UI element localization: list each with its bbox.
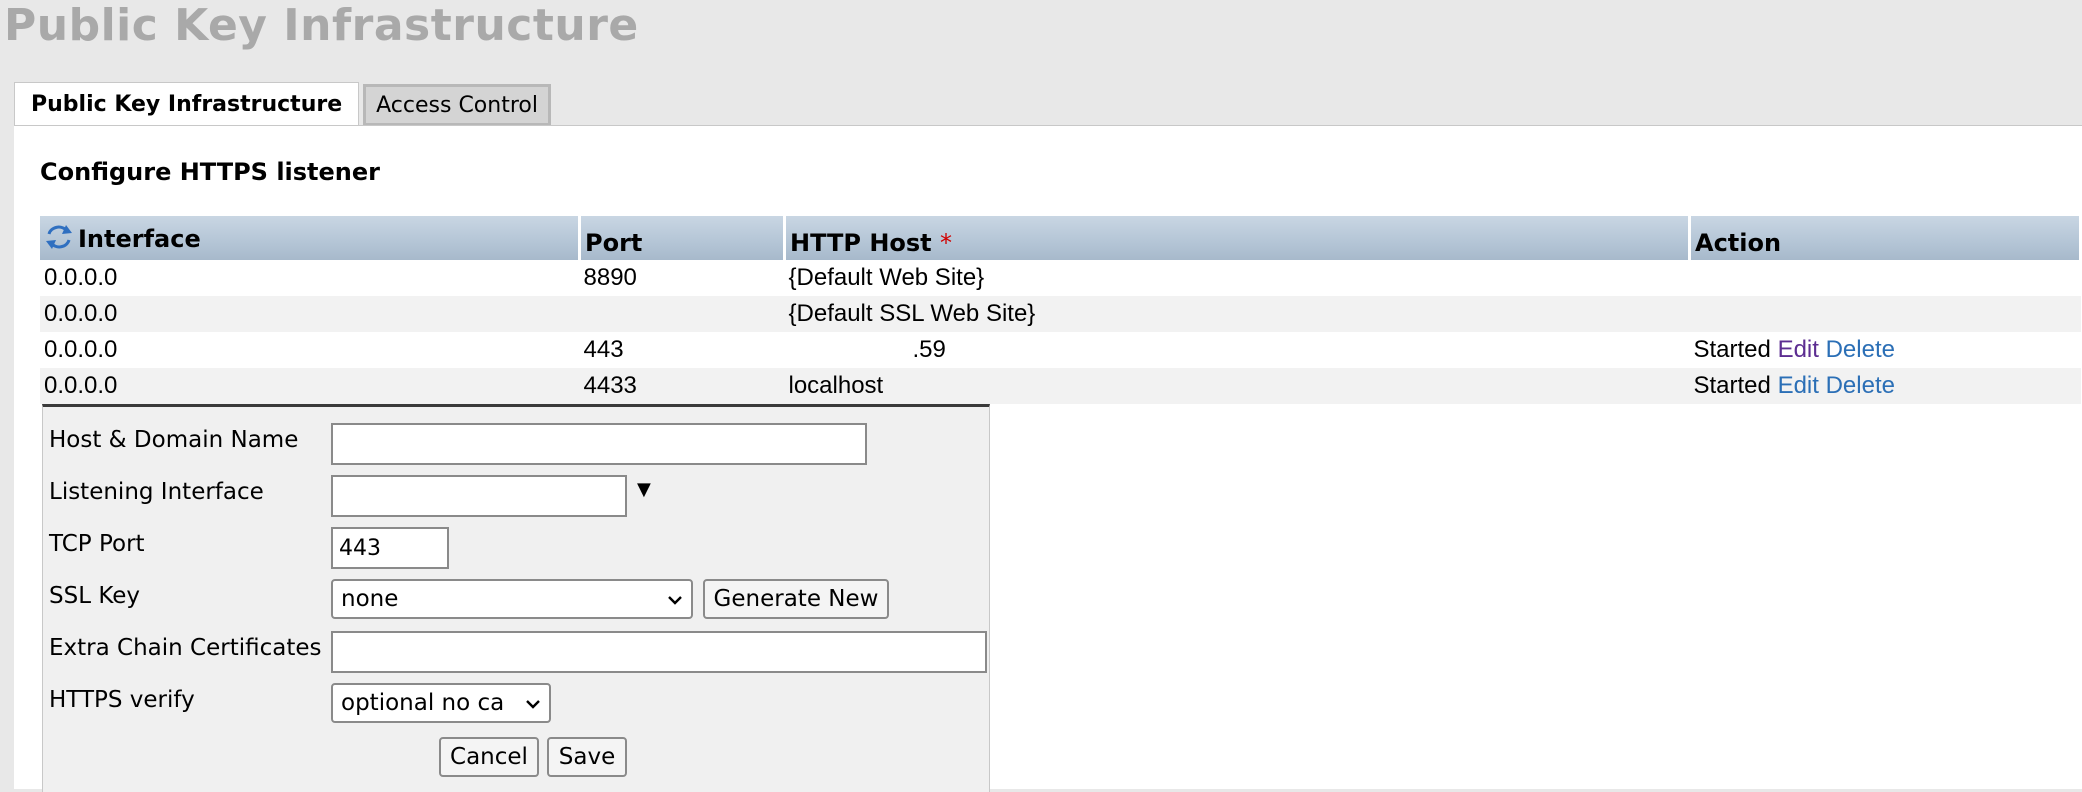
host-domain-input[interactable] [331, 423, 867, 465]
cell-port: 8890 [579, 260, 785, 296]
cell-port: 443 [579, 332, 785, 368]
section-title: Configure HTTPS listener [40, 158, 381, 186]
header-http-host-label: HTTP Host [790, 229, 932, 257]
https-verify-select[interactable]: optional no ca [331, 683, 551, 723]
cell-port [579, 296, 785, 332]
header-interface-label: Interface [78, 225, 201, 253]
cell-action: Started Edit Delete [1689, 332, 2081, 368]
save-button[interactable]: Save [547, 737, 627, 777]
listener-form: Host & Domain Name Listening Interface ▼… [42, 404, 990, 792]
cell-port: 4433 [579, 368, 785, 404]
table-row: 0.0.0.0 443 .59 Started Edit Delete [40, 332, 2081, 368]
cell-host: .59 [784, 332, 1690, 368]
listening-interface-label: Listening Interface [49, 479, 264, 505]
table-header-row: Interface Port HTTP Host * Action [40, 216, 2082, 260]
required-mark: * [940, 229, 953, 257]
chevron-down-icon [525, 694, 541, 713]
status-text: Started [1693, 372, 1771, 399]
delete-link[interactable]: Delete [1826, 336, 1895, 363]
cell-action [1689, 296, 2081, 332]
page-title: Public Key Infrastructure [4, 0, 639, 51]
table-row: 0.0.0.0 4433 localhost Started Edit Dele… [40, 368, 2081, 404]
tab-panel: Configure HTTPS listener Interface Port … [14, 125, 2082, 792]
dropdown-arrow-icon[interactable]: ▼ [637, 479, 651, 500]
cell-action: Started Edit Delete [1689, 368, 2081, 404]
tab-bar: Public Key Infrastructure Access Control [14, 82, 551, 126]
delete-link[interactable]: Delete [1826, 372, 1895, 399]
table-row: 0.0.0.0 8890 {Default Web Site} [40, 260, 2081, 296]
cell-host: {Default Web Site} [784, 260, 1690, 296]
chevron-down-icon [667, 590, 683, 609]
extra-chain-certificates-input[interactable] [331, 631, 987, 673]
cell-host: {Default SSL Web Site} [784, 296, 1690, 332]
cell-interface: 0.0.0.0 [40, 332, 580, 368]
refresh-icon[interactable] [44, 223, 74, 257]
header-port: Port [579, 216, 786, 260]
listening-interface-input[interactable] [331, 475, 627, 517]
ssl-key-value: none [341, 586, 399, 612]
header-action: Action [1689, 216, 2082, 260]
tcp-port-label: TCP Port [49, 531, 145, 557]
cell-interface: 0.0.0.0 [40, 368, 580, 404]
cell-host: localhost [784, 368, 1690, 404]
ssl-key-label: SSL Key [49, 583, 141, 609]
extra-chain-certificates-label: Extra Chain Certificates [49, 635, 322, 661]
edit-link[interactable]: Edit [1778, 372, 1819, 399]
https-verify-label: HTTPS verify [49, 687, 195, 713]
cell-interface: 0.0.0.0 [40, 296, 580, 332]
edit-link[interactable]: Edit [1778, 336, 1819, 363]
cell-interface: 0.0.0.0 [40, 260, 580, 296]
cancel-button[interactable]: Cancel [439, 737, 539, 777]
host-value: .59 [912, 336, 946, 363]
https-verify-value: optional no ca [341, 690, 505, 716]
cell-action [1689, 260, 2081, 296]
header-interface: Interface [40, 216, 581, 260]
table-row: 0.0.0.0 {Default SSL Web Site} [40, 296, 2081, 332]
ssl-key-select[interactable]: none [331, 579, 693, 619]
listeners-table: Interface Port HTTP Host * Action 0.0.0.… [40, 216, 2082, 404]
header-http-host: HTTP Host * [784, 216, 1691, 260]
tab-access-control[interactable]: Access Control [363, 84, 551, 126]
tab-public-key-infrastructure[interactable]: Public Key Infrastructure [14, 82, 360, 126]
tcp-port-input[interactable] [331, 527, 449, 569]
host-domain-label: Host & Domain Name [49, 427, 299, 453]
status-text: Started [1693, 336, 1771, 363]
generate-new-button[interactable]: Generate New [703, 579, 889, 619]
